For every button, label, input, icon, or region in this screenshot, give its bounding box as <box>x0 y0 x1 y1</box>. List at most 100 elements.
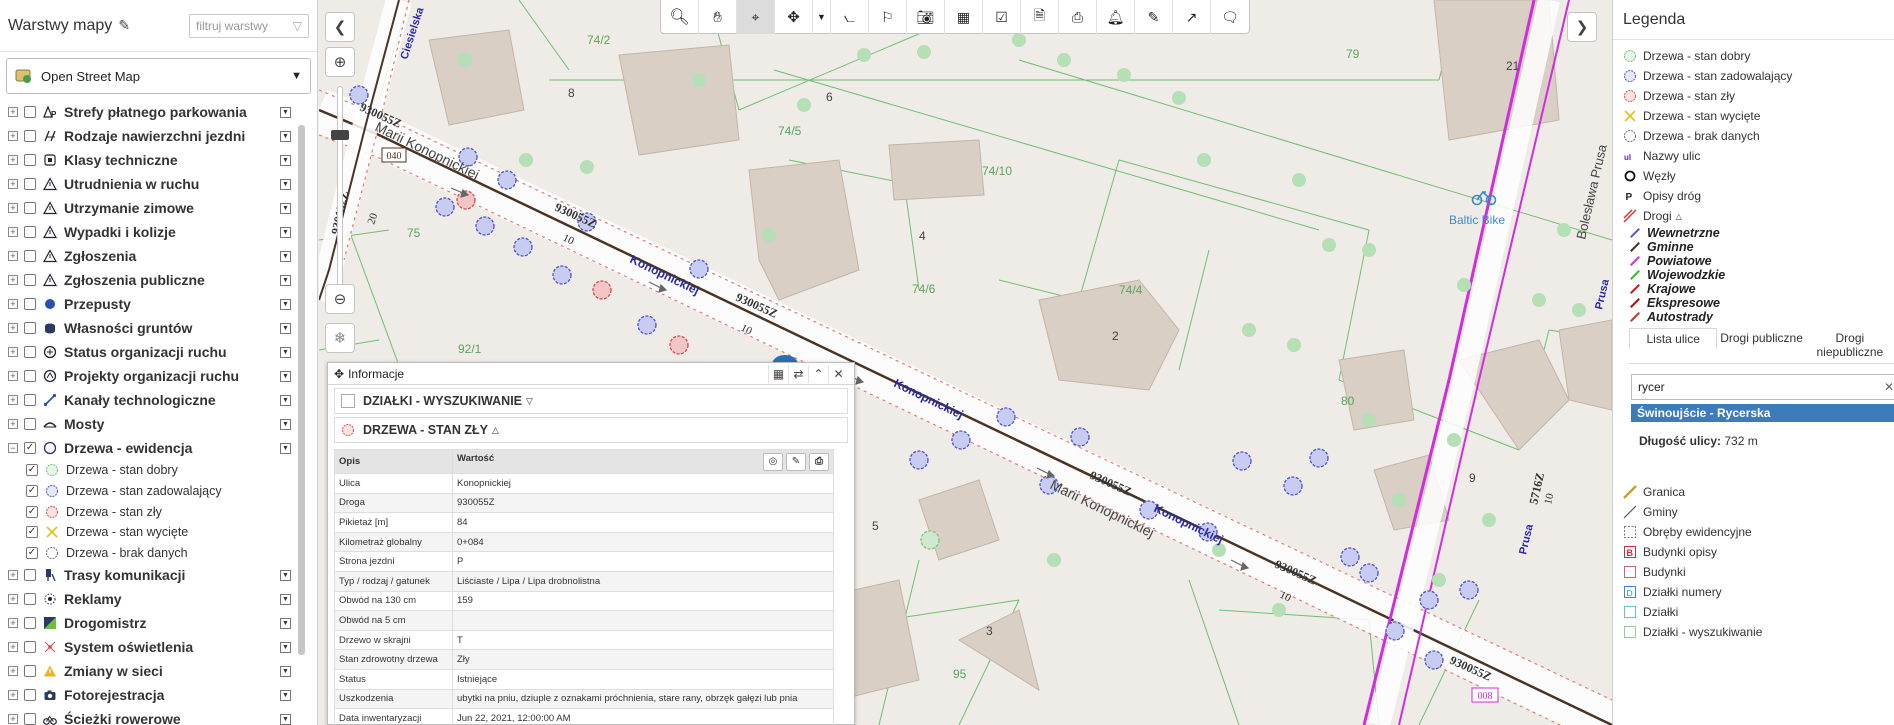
layer-menu-icon[interactable]: ▼ <box>280 178 291 190</box>
layer-menu-icon[interactable]: ▼ <box>280 442 291 454</box>
layer-menu-icon[interactable]: ▼ <box>280 250 291 262</box>
chevron-up-icon[interactable]: ⌃ <box>808 364 828 383</box>
layer-list-scrollbar[interactable] <box>298 125 305 655</box>
pan-tool-button[interactable]: ✋︎ <box>699 0 737 34</box>
layer-checkbox[interactable] <box>24 713 36 725</box>
legend-item[interactable]: Budynki <box>1613 562 1894 582</box>
layer-menu-icon[interactable]: ▼ <box>280 202 291 214</box>
expand-toggle-icon[interactable]: + <box>8 131 18 141</box>
legend-item[interactable]: Granica <box>1613 482 1894 502</box>
layer-menu-icon[interactable]: ▼ <box>280 370 291 382</box>
layer-row[interactable]: − ✓ Drzewa - ewidencja ▼ <box>0 436 300 460</box>
sublayer-row[interactable]: ✓ Drzewa - stan zadowalający <box>0 481 300 502</box>
expand-toggle-icon[interactable]: + <box>8 275 18 285</box>
expand-toggle-icon[interactable]: + <box>8 179 18 189</box>
legend-item[interactable]: Działki <box>1613 602 1894 622</box>
legend-item[interactable]: Drzewa - stan dobry <box>1613 46 1894 66</box>
layer-menu-icon[interactable]: ▼ <box>280 569 291 581</box>
expand-toggle-icon[interactable]: + <box>8 299 18 309</box>
expand-toggle-icon[interactable]: + <box>8 251 18 261</box>
legend-item[interactable]: Drzewa - stan zadowalający <box>1613 66 1894 86</box>
swap-icon[interactable]: ⇄ <box>788 364 808 383</box>
layer-menu-icon[interactable]: ▼ <box>280 713 291 725</box>
layer-menu-icon[interactable]: ▼ <box>280 593 291 605</box>
export-tool-button[interactable]: ↗ <box>1173 0 1211 34</box>
section-trees-bad[interactable]: DRZEWA - STAN ZŁY △ <box>334 417 848 443</box>
layer-menu-icon[interactable]: ▼ <box>280 617 291 629</box>
layer-checkbox[interactable] <box>24 569 36 582</box>
pencil-icon[interactable]: ✎ <box>786 452 806 471</box>
legend-item[interactable]: Działki - wyszukiwanie <box>1613 622 1894 642</box>
legend-item[interactable]: Drzewa - stan wycięte <box>1613 106 1894 126</box>
report-tool-button[interactable]: 🗎︎ <box>1021 0 1059 34</box>
layer-menu-icon[interactable]: ▼ <box>280 418 291 430</box>
move-tool-button[interactable]: ✥ <box>775 0 813 34</box>
layer-menu-icon[interactable]: ▼ <box>280 322 291 334</box>
layer-menu-icon[interactable]: ▼ <box>280 346 291 358</box>
layer-checkbox[interactable] <box>24 154 36 166</box>
layer-checkbox[interactable] <box>24 226 36 238</box>
edit-tool-button[interactable]: ✎ <box>1135 0 1173 34</box>
layer-row[interactable]: + Własności gruntów ▼ <box>0 316 300 340</box>
layout-icon[interactable]: ▦ <box>768 364 788 383</box>
expand-toggle-icon[interactable]: + <box>8 419 18 429</box>
legend-item[interactable]: Gminy <box>1613 502 1894 522</box>
layer-row[interactable]: + Rodzaje nawierzchni jezdni ▼ <box>0 124 300 148</box>
basemap-select[interactable]: Open Street Map ▼ <box>6 58 311 94</box>
expand-toggle-icon[interactable]: + <box>8 690 18 701</box>
layer-row[interactable]: + Kanały technologiczne ▼ <box>0 388 300 412</box>
layer-row[interactable]: + Drogomistrz ▼ <box>0 611 300 635</box>
tab-street-list[interactable]: Lista ulice <box>1629 328 1718 349</box>
info-tool-button[interactable]: ⌖ <box>737 0 775 34</box>
layer-menu-icon[interactable]: ▼ <box>280 394 291 406</box>
sublayer-row[interactable]: ✓ Drzewa - stan zły <box>0 501 300 522</box>
layer-row[interactable]: + Utrzymanie zimowe ▼ <box>0 196 300 220</box>
layer-checkbox[interactable]: ✓ <box>26 464 38 477</box>
expand-toggle-icon[interactable]: + <box>8 227 18 237</box>
layer-row[interactable]: + Wypadki i kolizje ▼ <box>0 220 300 244</box>
expand-toggle-icon[interactable]: + <box>8 323 18 333</box>
layer-row[interactable]: + Przepusty ▼ <box>0 292 300 316</box>
layer-checkbox[interactable] <box>24 106 36 118</box>
layer-row[interactable]: + Zgłoszenia ▼ <box>0 244 300 268</box>
layer-checkbox[interactable]: ✓ <box>26 547 38 560</box>
layer-row[interactable]: + Zmiany w sieci ▼ <box>0 659 300 683</box>
layer-filter-input[interactable]: filtruj warstwy ▽ <box>189 13 309 38</box>
move-tool-dropdown[interactable]: ▼ <box>813 0 831 34</box>
comment-tool-button[interactable]: 🗨︎ <box>1211 0 1249 34</box>
layer-row[interactable]: + Projekty organizacji ruchu ▼ <box>0 364 300 388</box>
info-popup-header[interactable]: ✥ Informacje ▦ ⇄ ⌃ ✕ <box>328 363 854 385</box>
layer-checkbox[interactable]: ✓ <box>26 526 38 539</box>
layer-checkbox[interactable]: ✓ <box>26 505 38 518</box>
collapse-left-panel-button[interactable]: ❮ <box>325 12 355 42</box>
zoom-slider-handle[interactable] <box>331 130 349 140</box>
checklist-tool-button[interactable]: ☑ <box>983 0 1021 34</box>
layer-checkbox[interactable] <box>24 322 36 334</box>
sublayer-row[interactable]: ✓ Drzewa - stan wycięte <box>0 522 300 543</box>
tab-public-roads[interactable]: Drogi publiczne <box>1717 328 1805 363</box>
layer-checkbox[interactable] <box>24 593 36 606</box>
snowflake-button[interactable]: ❄ <box>325 323 355 353</box>
expand-toggle-icon[interactable]: + <box>8 395 18 405</box>
layer-row[interactable]: + Trasy komunikacji ▼ <box>0 563 300 587</box>
expand-toggle-icon[interactable]: + <box>8 666 18 677</box>
clear-search-icon[interactable]: ✕ <box>1884 380 1894 394</box>
alerts-tool-button[interactable]: 🔔︎ <box>1097 0 1135 34</box>
layer-menu-icon[interactable]: ▼ <box>280 226 291 238</box>
layer-checkbox[interactable] <box>24 202 36 214</box>
layer-menu-icon[interactable]: ▼ <box>280 106 291 118</box>
layer-checkbox[interactable] <box>24 130 36 142</box>
layer-checkbox[interactable] <box>24 250 36 262</box>
legend-item[interactable]: ul Nazwy ulic <box>1613 146 1894 166</box>
expand-toggle-icon[interactable]: + <box>8 347 18 357</box>
expand-toggle-icon[interactable]: + <box>8 618 18 629</box>
street-search-input[interactable]: rycer ✕ <box>1631 374 1894 400</box>
layer-checkbox[interactable] <box>24 370 36 382</box>
legend-item[interactable]: Drzewa - stan zły <box>1613 86 1894 106</box>
expand-toggle-icon[interactable]: + <box>8 155 18 165</box>
layer-checkbox[interactable]: ✓ <box>26 485 38 498</box>
target-icon[interactable]: ◎ <box>763 452 783 471</box>
layer-row[interactable]: + Mosty ▼ <box>0 412 300 436</box>
layer-row[interactable]: + System oświetlenia ▼ <box>0 635 300 659</box>
expand-toggle-icon[interactable]: + <box>8 594 18 605</box>
